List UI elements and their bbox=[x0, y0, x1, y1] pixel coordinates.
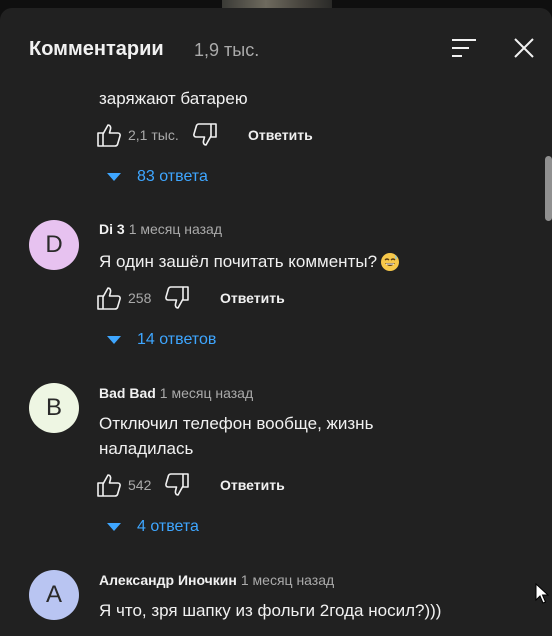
avatar[interactable]: B bbox=[29, 383, 79, 433]
sort-icon[interactable] bbox=[451, 36, 477, 60]
avatar[interactable]: A bbox=[29, 570, 79, 620]
avatar-letter: A bbox=[45, 581, 62, 608]
comment-author[interactable]: Bad Bad bbox=[99, 385, 156, 401]
comments-header: Комментарии 1,9 тыс. bbox=[0, 8, 552, 88]
caret-down-icon bbox=[107, 523, 121, 531]
grinning-sweat-emoji bbox=[381, 252, 400, 271]
comment-actions: 2,1 тыс. Ответить bbox=[96, 121, 313, 149]
reply-button[interactable]: Ответить bbox=[220, 477, 285, 493]
comment-author[interactable]: Александр Иночкин bbox=[99, 572, 237, 588]
avatar-letter: B bbox=[45, 394, 62, 421]
comment-text: заряжают батарею bbox=[99, 89, 248, 108]
thumb-up-icon[interactable] bbox=[96, 472, 122, 498]
replies-count: 4 ответа bbox=[137, 518, 199, 535]
comment-body: Я один зашёл почитать комменты? bbox=[99, 249, 400, 274]
view-replies-button[interactable]: 4 ответа bbox=[107, 518, 199, 536]
thumb-down-icon[interactable] bbox=[164, 285, 190, 311]
comment-actions: 542 Ответить bbox=[96, 471, 285, 499]
comment-timestamp[interactable]: 1 месяц назад bbox=[241, 572, 334, 588]
caret-down-icon bbox=[107, 336, 121, 344]
comment-text-line2: наладилась bbox=[99, 439, 194, 458]
comments-title: Комментарии bbox=[29, 38, 164, 60]
thumb-up-icon[interactable] bbox=[96, 122, 122, 148]
comment-text: Я что, зря шапку из фольги 2года носил?)… bbox=[99, 601, 442, 620]
comment-meta: Bad Bad 1 месяц назад bbox=[99, 385, 253, 403]
comment-text: Я один зашёл почитать комменты? bbox=[99, 252, 378, 271]
replies-count: 14 ответов bbox=[137, 331, 217, 348]
caret-down-icon bbox=[107, 173, 121, 181]
like-count: 258 bbox=[128, 290, 152, 306]
comment-meta: Александр Иночкин 1 месяц назад bbox=[99, 572, 334, 590]
thumb-down-icon[interactable] bbox=[164, 472, 190, 498]
close-icon[interactable] bbox=[512, 36, 536, 60]
comments-panel: Комментарии 1,9 тыс. заряжают батарею 2,… bbox=[0, 8, 552, 636]
view-replies-button[interactable]: 14 ответов bbox=[107, 331, 216, 349]
video-thumbnail-edge bbox=[222, 0, 332, 8]
comment-timestamp[interactable]: 1 месяц назад bbox=[129, 221, 222, 237]
comments-count: 1,9 тыс. bbox=[194, 40, 260, 60]
scrollbar-thumb[interactable] bbox=[545, 156, 552, 221]
like-count: 2,1 тыс. bbox=[128, 127, 179, 143]
thumb-up-icon[interactable] bbox=[96, 285, 122, 311]
comment-meta: Di 31 месяц назад bbox=[99, 221, 222, 239]
replies-count: 83 ответа bbox=[137, 168, 208, 185]
view-replies-button[interactable]: 83 ответа bbox=[107, 168, 208, 186]
reply-button[interactable]: Ответить bbox=[248, 127, 313, 143]
avatar-letter: D bbox=[45, 231, 63, 258]
thumb-down-icon[interactable] bbox=[192, 122, 218, 148]
comment-timestamp[interactable]: 1 месяц назад bbox=[160, 385, 253, 401]
comment-actions: 258 Ответить bbox=[96, 284, 285, 312]
reply-button[interactable]: Ответить bbox=[220, 290, 285, 306]
like-count: 542 bbox=[128, 477, 152, 493]
mouse-cursor-icon bbox=[535, 583, 549, 604]
comment-author[interactable]: Di 3 bbox=[99, 221, 125, 237]
comment-text: Отключил телефон вообще, жизнь bbox=[99, 414, 374, 433]
video-strip bbox=[0, 0, 552, 8]
avatar[interactable]: D bbox=[29, 220, 79, 270]
